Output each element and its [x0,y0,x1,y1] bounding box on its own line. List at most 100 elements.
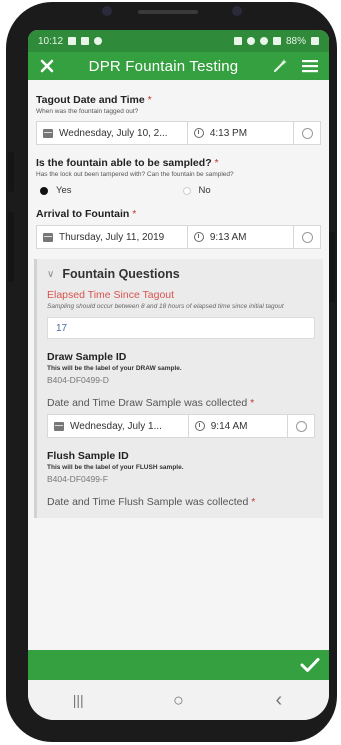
clock-icon [193,128,204,138]
location-icon [246,37,255,45]
status-bar: 10:12 88% [28,30,329,52]
arrival-question: Arrival to Fountain * [36,208,321,220]
app-toolbar: DPR Fountain Testing [28,52,329,80]
phone-volume-button [8,212,14,282]
autofill-button[interactable] [269,55,291,77]
arrival-time-picker[interactable]: 9:13 AM [188,226,294,248]
tagout-date-picker[interactable]: Wednesday, July 10, 2... [37,122,188,144]
radio-selected-icon [40,186,48,195]
phone-frame: 10:12 88% DPR Fountain Testing Tagout Da… [6,2,337,742]
arrival-time-value: 9:13 AM [209,231,247,243]
front-camera [102,6,112,16]
calendar-icon [43,128,53,138]
draw-date-value: Wednesday, July 1... [70,420,162,432]
phone-power-button [329,232,335,302]
required-marker: * [132,208,137,220]
draw-clear-button[interactable] [288,415,314,437]
draw-sample-id-hint: This will be the label of your DRAW samp… [47,365,182,372]
clock-icon [193,232,204,242]
tagout-label: Tagout Date and Time [36,94,145,106]
draw-datetime-field: Wednesday, July 1... 9:14 AM [47,414,315,438]
close-icon [40,59,54,73]
clock-icon [194,421,205,431]
required-marker: * [147,94,152,106]
recents-button[interactable]: ||| [58,685,98,715]
submit-button[interactable] [299,654,321,676]
form-content: Tagout Date and Time * When was the foun… [28,80,329,650]
sampled-question: Is the fountain able to be sampled? * [36,157,321,169]
group-title: Fountain Questions [62,267,180,281]
menu-button[interactable] [299,55,321,77]
hamburger-menu-icon [302,60,318,73]
tagout-time-picker[interactable]: 4:13 PM [188,122,294,144]
clear-circle-icon [295,420,307,432]
status-time: 10:12 [38,35,64,47]
calendar-icon [43,232,53,242]
back-button[interactable]: ‹ [259,685,299,715]
magic-wand-icon [273,59,287,73]
vibrate-icon [233,37,242,45]
arrival-date-picker[interactable]: Thursday, July 11, 2019 [37,226,188,248]
tagout-clear-button[interactable] [294,122,320,144]
required-marker: * [214,157,219,169]
elapsed-time-field[interactable]: 17 [47,317,315,339]
radio-no-label: No [198,185,211,196]
arrival-label: Arrival to Fountain [36,208,130,220]
notification-icon [68,37,77,45]
elapsed-time-label: Elapsed Time Since Tagout [47,289,175,301]
flush-sample-id-label: Flush Sample ID [47,450,129,462]
calendar-icon [54,421,64,431]
wifi-icon [259,37,268,45]
sampled-label: Is the fountain able to be sampled? [36,157,212,169]
flush-datetime-label: Date and Time Flush Sample was collected [47,496,249,508]
draw-datetime-label: Date and Time Draw Sample was collected [47,397,248,409]
clear-circle-icon [301,231,313,243]
radio-yes-label: Yes [56,185,72,196]
chevron-down-icon: ∨ [47,268,55,280]
sampled-hint: Has the lock out been tampered with? Can… [36,171,234,178]
home-icon: ○ [173,689,184,710]
arrival-clear-button[interactable] [294,226,320,248]
required-marker: * [250,397,255,409]
tagout-question: Tagout Date and Time * [36,94,321,106]
screen: 10:12 88% DPR Fountain Testing Tagout Da… [28,30,329,720]
close-button[interactable] [36,55,58,77]
draw-date-picker[interactable]: Wednesday, July 1... [48,415,189,437]
home-button[interactable]: ○ [158,685,198,715]
required-marker: * [251,496,256,508]
draw-sample-id-value: B404-DF0499-D [47,375,109,385]
gallery-icon [81,37,90,45]
arrival-datetime-field: Thursday, July 11, 2019 9:13 AM [36,225,321,249]
radio-option-no[interactable]: No [179,185,322,196]
battery-level: 88% [285,35,306,47]
group-header[interactable]: ∨ Fountain Questions [47,267,315,281]
back-icon: ‹ [275,688,283,711]
sync-icon [94,37,103,45]
sensor [232,6,242,16]
clear-circle-icon [301,127,313,139]
elapsed-time-hint: Sampling should occur between 8 and 18 h… [47,303,284,310]
earpiece [138,10,198,14]
system-nav-bar: ||| ○ ‹ [28,680,329,720]
checkmark-icon [300,658,320,672]
draw-time-value: 9:14 AM [210,420,248,432]
flush-sample-id-hint: This will be the label of your FLUSH sam… [47,464,184,471]
radio-unselected-icon [182,186,191,195]
signal-icon [272,37,281,45]
radio-option-yes[interactable]: Yes [36,185,179,196]
flush-datetime-question: Date and Time Flush Sample was collected… [47,496,315,508]
flush-sample-id-value: B404-DF0499-F [47,474,108,484]
tagout-date-value: Wednesday, July 10, 2... [59,127,168,139]
draw-datetime-question: Date and Time Draw Sample was collected … [47,397,315,409]
arrival-date-value: Thursday, July 11, 2019 [59,231,165,243]
tagout-datetime-field: Wednesday, July 10, 2... 4:13 PM [36,121,321,145]
draw-time-picker[interactable]: 9:14 AM [189,415,288,437]
tagout-hint: When was the fountain tagged out? [36,108,139,115]
sampled-radio-group: Yes No [36,185,321,196]
battery-icon [311,37,319,45]
bottom-action-bar [28,650,329,680]
phone-side-button [8,152,14,192]
tagout-time-value: 4:13 PM [209,127,248,139]
recents-icon: ||| [72,692,84,708]
fountain-questions-group: ∨ Fountain Questions Elapsed Time Since … [34,259,323,518]
